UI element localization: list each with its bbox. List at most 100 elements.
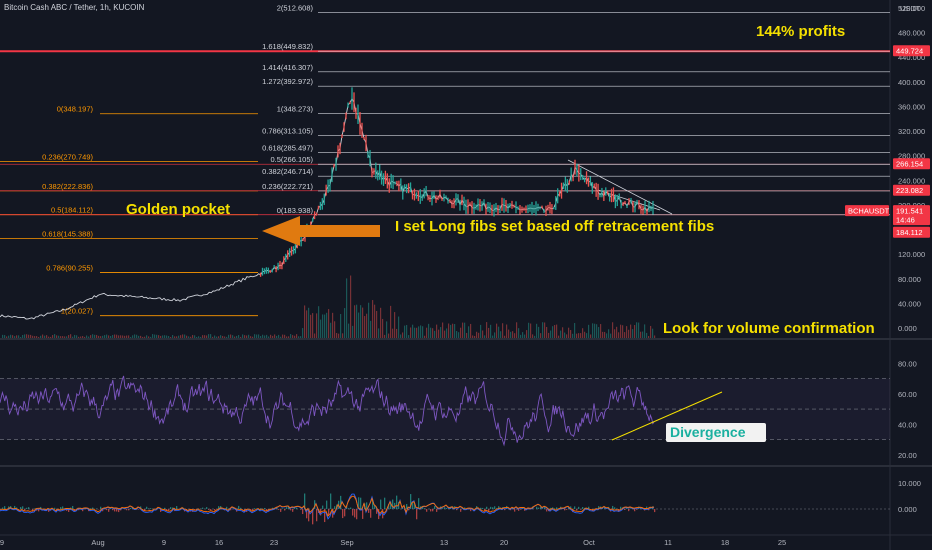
volume-bar <box>134 334 136 338</box>
volume-bar <box>294 335 296 338</box>
volume-bar <box>208 334 210 338</box>
macd-histogram-bar <box>538 507 540 509</box>
volume-bar <box>326 312 328 338</box>
volume-bar <box>128 335 130 338</box>
volume-bar <box>248 334 250 338</box>
volume-bar <box>184 334 186 338</box>
volume-bar <box>442 322 444 338</box>
volume-bar <box>380 307 382 338</box>
volume-bar <box>420 325 422 338</box>
volume-bar <box>148 336 150 338</box>
macd-histogram-bar <box>210 509 212 511</box>
volume-bar <box>538 326 540 338</box>
volume-bar <box>386 321 388 338</box>
time-tick-label: Oct <box>583 538 596 547</box>
volume-bar <box>634 325 636 338</box>
volume-bar <box>94 334 96 338</box>
volume-bar <box>264 335 266 338</box>
time-tick-label: 9 <box>162 538 166 547</box>
volume-bar <box>618 332 620 338</box>
price-tick-label: 0.000 <box>898 324 917 333</box>
volume-bar <box>38 336 40 338</box>
macd-histogram-bar <box>654 509 656 513</box>
volume-bar <box>364 316 366 338</box>
macd-histogram-bar <box>278 509 280 510</box>
volume-bar <box>370 320 372 338</box>
volume-bar <box>104 335 106 338</box>
macd-histogram-bar <box>108 509 110 512</box>
macd-histogram-bar <box>54 507 56 509</box>
volume-bar <box>320 319 322 338</box>
volume-bar <box>226 336 228 338</box>
volume-bar <box>518 328 520 338</box>
fib-left-label: 0.236(270.749) <box>42 152 93 161</box>
volume-bar <box>116 334 118 338</box>
volume-bar <box>122 335 124 338</box>
macd-histogram-bar <box>146 506 148 509</box>
time-tick-label: 23 <box>270 538 278 547</box>
macd-histogram-bar <box>436 509 438 512</box>
volume-bar <box>598 327 600 338</box>
volume-bar <box>324 314 326 338</box>
volume-bar <box>130 336 132 338</box>
macd-histogram-bar <box>176 506 178 509</box>
volume-bar <box>92 334 94 338</box>
volume-bar <box>210 334 212 338</box>
volume-bar <box>288 336 290 338</box>
volume-bar <box>348 323 350 338</box>
price-tick-label: 40.000 <box>898 299 921 308</box>
volume-bar <box>340 314 342 338</box>
volume-bar <box>640 331 642 338</box>
chart-canvas[interactable]: 0(348.197) 0.236(270.749) 0.382(222.836) 0.… <box>0 0 932 550</box>
price-label-text: 14:46 <box>896 216 915 225</box>
time-tick-label: 11 <box>664 538 672 547</box>
volume-bar <box>240 336 242 338</box>
macd-histogram-bar <box>342 509 344 519</box>
volume-bar <box>136 334 138 338</box>
volume-bar <box>526 330 528 338</box>
volume-bar <box>604 331 606 338</box>
volume-bar <box>70 334 72 338</box>
volume-bar <box>602 331 604 338</box>
volume-bar <box>88 336 90 338</box>
currency-label: USDT <box>900 4 921 13</box>
volume-bar <box>186 335 188 338</box>
volume-bar <box>458 332 460 338</box>
volume-bar <box>202 335 204 338</box>
volume-bar <box>284 334 286 338</box>
volume-bar <box>580 333 582 338</box>
volume-bar <box>592 323 594 338</box>
macd-histogram-bar <box>566 509 568 510</box>
volume-bar <box>544 322 546 338</box>
time-tick-label: 13 <box>440 538 448 547</box>
volume-bar <box>80 336 82 338</box>
volume-bar <box>188 336 190 338</box>
macd-histogram-bar <box>434 506 436 509</box>
volume-bar <box>316 313 318 338</box>
annotation-profits: 144% profits <box>756 23 846 40</box>
volume-bar <box>60 336 62 338</box>
volume-bar <box>12 335 14 338</box>
volume-bar <box>90 335 92 338</box>
volume-bar <box>310 314 312 338</box>
volume-bar <box>304 305 306 338</box>
volume-bar <box>334 321 336 338</box>
volume-bar <box>560 330 562 338</box>
volume-bar <box>404 325 406 338</box>
volume-bar <box>374 304 376 338</box>
macd-histogram-bar <box>302 509 304 515</box>
price-tick-label: 120.000 <box>898 250 925 259</box>
volume-bar <box>108 335 110 338</box>
fib-right-label: 0.618(285.497) <box>262 143 313 152</box>
volume-bar <box>86 335 88 338</box>
volume-bar <box>612 322 614 338</box>
volume-bar <box>468 326 470 338</box>
volume-bar <box>488 327 490 338</box>
volume-bar <box>400 334 402 338</box>
volume-bar <box>440 327 442 338</box>
volume-bar <box>330 322 332 338</box>
volume-bar <box>346 278 348 338</box>
volume-bar <box>610 333 612 338</box>
volume-bar <box>138 335 140 338</box>
volume-bar <box>646 332 648 338</box>
